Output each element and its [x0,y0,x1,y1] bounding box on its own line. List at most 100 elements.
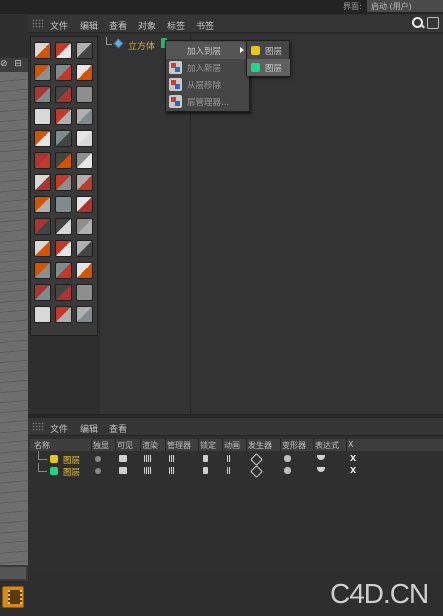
column-separator[interactable] [222,439,223,451]
column-separator[interactable] [346,439,347,451]
tool-icon[interactable] [55,64,72,81]
solo-toggle-icon[interactable] [95,456,101,462]
solo-toggle-icon[interactable] [95,468,101,474]
tool-icon[interactable] [76,284,93,301]
column-separator[interactable] [280,439,281,451]
lm-menu-view[interactable]: 查看 [109,422,127,435]
generator-toggle-icon[interactable] [250,453,263,466]
col-header-solo[interactable]: 独显 [93,440,109,451]
tool-icon[interactable] [76,86,93,103]
manager-toggle-icon[interactable] [169,467,175,474]
tool-icon[interactable] [55,196,72,213]
layer-row[interactable]: 图层 X [30,463,443,478]
manager-toggle-icon[interactable] [169,455,175,462]
animation-toggle-icon[interactable] [227,455,231,462]
deformer-toggle-icon[interactable] [284,455,291,462]
object-list-panel[interactable] [100,34,443,414]
menu-item-add-to-layer[interactable]: 加入到层 [166,42,250,59]
tool-icon[interactable] [55,108,72,125]
menu-item-layer-manager[interactable]: 层管理器... [166,93,250,110]
menu-file[interactable]: 文件 [50,19,68,32]
col-header-name[interactable]: 名称 [34,440,50,451]
xref-toggle-icon[interactable]: X [350,454,356,463]
col-header-manager[interactable]: 管理器 [167,440,191,451]
submenu-item-layer-green[interactable]: 图层 [247,59,290,76]
interface-layout-select[interactable]: 启动 (用户) [367,0,443,12]
lock-toggle-icon[interactable] [203,455,208,462]
layer-color-swatch[interactable] [50,455,58,463]
tool-icon[interactable] [55,42,72,59]
tool-icon[interactable] [76,174,93,191]
tool-icon[interactable] [76,42,93,59]
search-icon[interactable] [411,16,425,30]
viewport-view-icons[interactable]: ⊘ ⊟ [0,59,24,69]
tool-icon[interactable] [34,284,51,301]
menu-object[interactable]: 对象 [138,19,156,32]
visible-toggle-icon[interactable] [119,467,127,474]
viewport-dropdown[interactable] [0,567,26,579]
tool-icon[interactable] [34,108,51,125]
tool-icon[interactable] [34,174,51,191]
tool-icon[interactable] [55,240,72,257]
col-header-generator[interactable]: 发生器 [248,440,272,451]
tool-icon[interactable] [76,218,93,235]
col-header-visible[interactable]: 可见 [117,440,133,451]
tool-icon[interactable] [34,86,51,103]
tool-icon[interactable] [55,306,72,323]
tool-icon[interactable] [76,306,93,323]
menu-bookmarks[interactable]: 书签 [196,19,214,32]
column-separator[interactable] [165,439,166,451]
lock-toggle-icon[interactable] [203,467,208,474]
tool-icon[interactable] [34,306,51,323]
tool-icon[interactable] [55,284,72,301]
panel-grip-icon[interactable] [32,19,44,29]
tool-icon[interactable] [55,262,72,279]
layer-color-swatch[interactable] [50,467,58,475]
column-separator[interactable] [313,439,314,451]
tool-icon[interactable] [34,152,51,169]
col-header-animation[interactable]: 动画 [224,440,240,451]
menu-edit[interactable]: 编辑 [80,19,98,32]
menu-item-add-new-layer[interactable]: 加入新层 [166,59,250,76]
panel-grip-icon[interactable] [32,422,44,432]
3d-viewport[interactable] [0,72,28,572]
menu-view[interactable]: 查看 [109,19,127,32]
tool-icon[interactable] [76,130,93,147]
tool-icon[interactable] [76,262,93,279]
render-toggle-icon[interactable] [144,467,152,474]
lm-menu-file[interactable]: 文件 [50,422,68,435]
animation-toggle-icon[interactable] [227,467,231,474]
tool-icon[interactable] [55,86,72,103]
tool-icon[interactable] [55,218,72,235]
tool-icon[interactable] [76,240,93,257]
render-settings-icon[interactable] [2,586,24,608]
deformer-toggle-icon[interactable] [284,467,291,474]
layer-row[interactable]: 图层 X [30,451,443,466]
col-header-deformer[interactable]: 变形器 [282,440,306,451]
tool-icon[interactable] [34,42,51,59]
tool-icon[interactable] [55,130,72,147]
col-header-lock[interactable]: 锁定 [200,440,216,451]
column-separator[interactable] [140,439,141,451]
tool-icon[interactable] [76,108,93,125]
column-separator[interactable] [246,439,247,451]
visible-toggle-icon[interactable] [119,455,127,462]
expression-toggle-icon[interactable] [317,467,325,472]
tool-icon[interactable] [34,262,51,279]
col-header-render[interactable]: 渲染 [142,440,158,451]
tool-icon[interactable] [76,64,93,81]
column-separator[interactable] [198,439,199,451]
layer-name[interactable]: 图层 [63,466,80,478]
column-separator[interactable] [115,439,116,451]
tool-icon[interactable] [76,196,93,213]
tool-icon[interactable] [34,240,51,257]
tool-icon[interactable] [34,196,51,213]
tool-icon[interactable] [34,130,51,147]
tool-icon[interactable] [55,174,72,191]
tool-icon[interactable] [55,152,72,169]
panel-options-icon[interactable] [427,17,439,29]
lm-menu-edit[interactable]: 编辑 [80,422,98,435]
submenu-item-layer-yellow[interactable]: 图层 [247,42,290,59]
col-header-expression[interactable]: 表达式 [315,440,339,451]
tool-icon[interactable] [34,64,51,81]
